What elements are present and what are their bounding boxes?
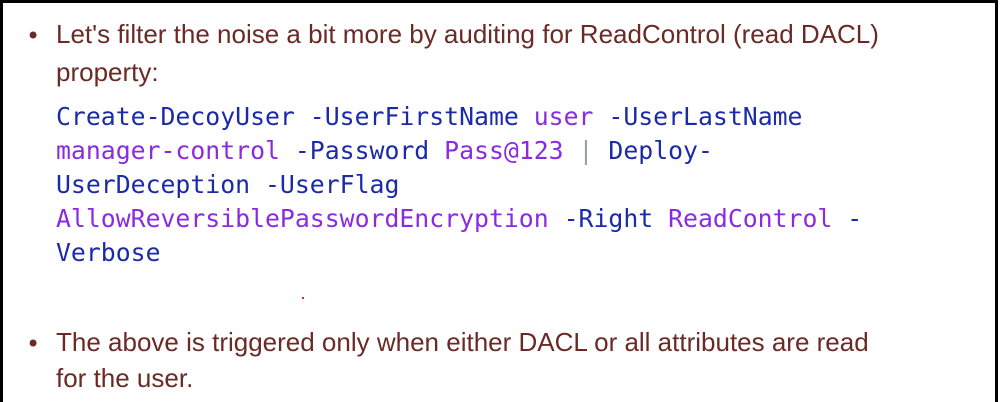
code-line-3: UserDeception -UserFlag [56,168,399,202]
code-argument: Pass@123 [444,136,564,165]
code-argument: manager-control [56,136,280,165]
bullet-2-line-1: The above is triggered only when either … [56,327,869,357]
code-command: UserDeception [56,170,251,199]
bullet-1-line-1: Let's filter the noise a bit more by aud… [56,19,879,49]
code-parameter: -UserFirstName [294,102,534,131]
code-line-1: Create-DecoyUser -UserFirstName user -Us… [56,100,802,134]
bullet-marker-2: • [26,330,41,358]
code-line-2: manager-control -Password Pass@123 | Dep… [56,134,713,168]
bullet-2-line-2: for the user. [56,363,194,393]
code-pipe: | [563,136,609,165]
code-parameter: -Right [548,204,669,233]
code-command: Deploy- [608,136,713,165]
code-parameter: - [832,204,863,233]
code-command: Create-DecoyUser [56,102,295,131]
bullet-marker-1: • [26,22,41,50]
code-parameter: -UserFlag [250,170,400,199]
code-line-5: Verbose [56,236,161,270]
code-argument: ReadControl [668,204,833,233]
stray-dot [302,297,304,299]
code-parameter: -UserLastName [593,102,803,131]
code-argument: AllowReversiblePasswordEncryption [56,204,549,233]
code-parameter: Verbose [56,238,161,267]
bullet-1-line-2: property: [56,57,159,87]
code-argument: user [533,102,594,131]
code-parameter: -Password [279,136,445,165]
code-line-4: AllowReversiblePasswordEncryption -Right… [56,202,862,236]
